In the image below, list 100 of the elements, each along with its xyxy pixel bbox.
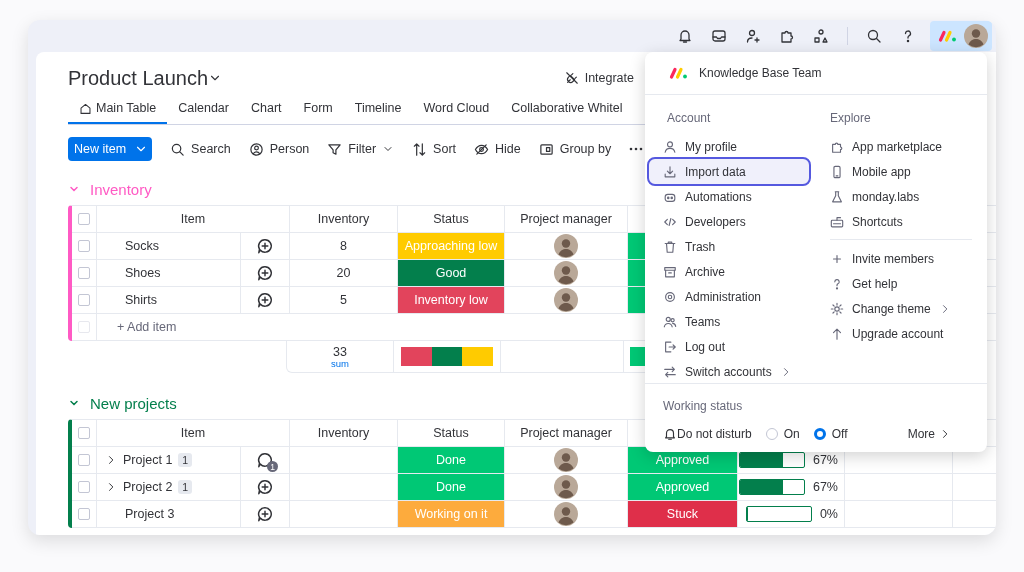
menu-item[interactable]: monday.labs xyxy=(830,184,970,209)
section-title: Working status xyxy=(663,398,744,415)
toolbar-button[interactable]: Sort xyxy=(412,141,457,157)
menu-item[interactable]: Shortcuts xyxy=(830,209,970,234)
sun-icon xyxy=(830,301,844,316)
checkbox[interactable] xyxy=(78,213,90,225)
subitem-count: 1 xyxy=(178,453,193,467)
status-label: Good xyxy=(398,260,505,287)
checkbox[interactable] xyxy=(78,267,90,279)
user-icon xyxy=(663,139,677,154)
avatar-icon xyxy=(554,234,578,258)
filter-icon xyxy=(327,141,343,157)
checkbox[interactable] xyxy=(78,481,90,493)
integrate-button[interactable]: Integrate xyxy=(564,71,634,85)
view-tab[interactable]: Timeline xyxy=(343,94,413,124)
menu-item[interactable]: Teams xyxy=(649,309,809,334)
inventory-value: 8 xyxy=(340,239,347,253)
checkbox[interactable] xyxy=(78,427,90,439)
board-title: Product Launch xyxy=(68,66,209,90)
toolbar-button[interactable]: Hide xyxy=(474,141,521,157)
shapes-icon[interactable] xyxy=(813,28,829,44)
sort-icon xyxy=(412,141,428,157)
logo-icon xyxy=(669,66,689,80)
status-label: Done xyxy=(398,474,505,501)
checkbox[interactable] xyxy=(78,294,90,306)
toolbar-button[interactable]: Search xyxy=(170,141,231,157)
comment-plus-icon[interactable] xyxy=(256,291,274,309)
menu-item[interactable]: Switch accounts xyxy=(649,359,809,384)
inbox-icon[interactable] xyxy=(711,28,727,44)
view-tab[interactable]: Main Table xyxy=(68,94,168,124)
menu-item[interactable]: My profile xyxy=(649,134,809,159)
progress-reading: 67% xyxy=(812,480,838,494)
inventory-value: 5 xyxy=(340,293,347,307)
menu-item[interactable]: Mobile app xyxy=(830,159,970,184)
view-tab[interactable]: Chart xyxy=(239,94,293,124)
menu-item[interactable]: Change theme xyxy=(830,296,970,321)
view-tab[interactable]: Form xyxy=(292,94,344,124)
arrow-up-icon xyxy=(830,326,844,341)
menu-item[interactable]: Import data xyxy=(649,159,809,184)
menu-item[interactable]: Invite members xyxy=(830,246,970,271)
checkbox[interactable] xyxy=(78,508,90,520)
item-name: Shoes xyxy=(125,266,161,280)
view-tab[interactable]: Word Cloud xyxy=(412,94,501,124)
menu-item[interactable]: Log out xyxy=(649,334,809,359)
toolbar-button[interactable]: Person xyxy=(248,141,310,157)
bell-icon[interactable] xyxy=(677,28,693,44)
group-title: Inventory xyxy=(90,180,152,198)
logo-icon[interactable] xyxy=(938,29,958,43)
menu-item[interactable]: Get help xyxy=(830,271,970,296)
person-icon xyxy=(248,141,264,157)
status-label-text: Do not disturb xyxy=(677,427,752,441)
comment-plus-icon[interactable] xyxy=(256,264,274,282)
item-name: Shirts xyxy=(125,293,157,307)
menu-item[interactable]: Developers xyxy=(649,209,809,234)
menu-item[interactable]: Upgrade account xyxy=(830,321,970,346)
radio-option[interactable]: On xyxy=(765,427,800,441)
comment-plus-icon[interactable] xyxy=(256,478,274,496)
radio-dot[interactable] xyxy=(813,428,826,440)
column-header: Inventory xyxy=(317,212,370,226)
toolbar-button[interactable]: Filter xyxy=(327,141,395,157)
comment-icon[interactable] xyxy=(256,451,274,469)
toolbar-button[interactable]: Group by xyxy=(538,141,612,157)
comment-plus-icon[interactable] xyxy=(256,505,274,523)
puzzle-icon[interactable] xyxy=(779,28,795,44)
keyboard-icon xyxy=(830,214,844,229)
update-count: 1 xyxy=(267,461,278,472)
search-icon xyxy=(170,141,186,157)
more-link[interactable]: More xyxy=(907,427,951,441)
group-icon xyxy=(538,141,554,157)
avatar-icon xyxy=(964,24,988,48)
add-item-link[interactable]: + Add item xyxy=(117,320,177,334)
view-tab[interactable]: Calendar xyxy=(167,94,240,124)
phone-icon xyxy=(830,164,844,179)
radio-option[interactable]: Off xyxy=(813,427,848,441)
menu-item[interactable]: Automations xyxy=(649,184,809,209)
status-label: Approaching low xyxy=(398,233,505,260)
menu-item[interactable]: Archive xyxy=(649,259,809,284)
archive-icon xyxy=(663,264,677,279)
column-header: Project manager xyxy=(520,212,612,226)
status-label: Approved xyxy=(628,474,738,501)
search-icon[interactable] xyxy=(866,28,882,44)
menu-item[interactable]: Administration xyxy=(649,284,809,309)
status-label: Stuck xyxy=(628,501,738,528)
menu-item[interactable]: App marketplace xyxy=(830,134,970,159)
view-tab[interactable]: Collaborative Whitel xyxy=(500,94,634,124)
avatar-icon xyxy=(554,288,578,312)
new-item-button[interactable]: New item xyxy=(68,137,153,161)
add-person-icon[interactable] xyxy=(745,28,761,44)
gear-icon xyxy=(663,289,677,304)
subitem-count: 1 xyxy=(178,480,193,494)
more-icon[interactable] xyxy=(629,147,644,151)
logout-icon xyxy=(663,339,677,354)
comment-plus-icon[interactable] xyxy=(256,237,274,255)
avatar-icon xyxy=(554,502,578,526)
column-header: Item xyxy=(180,212,206,226)
item-name: Project 3 xyxy=(125,507,175,521)
checkbox[interactable] xyxy=(78,240,90,252)
checkbox[interactable] xyxy=(78,454,90,466)
item-name: Socks xyxy=(125,239,160,253)
menu-item[interactable]: Trash xyxy=(649,234,809,259)
